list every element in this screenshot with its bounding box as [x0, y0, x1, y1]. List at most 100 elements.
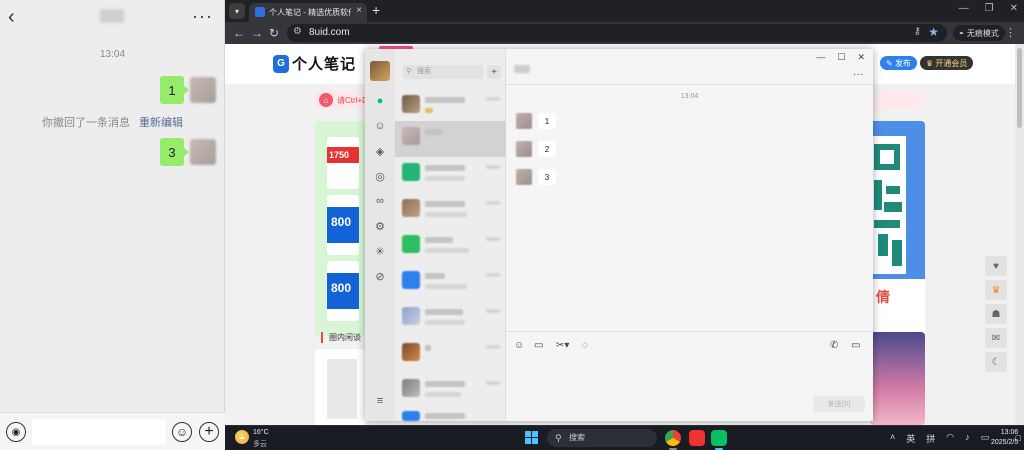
chevron-left-icon[interactable]: ‹	[8, 6, 15, 29]
list-item[interactable]	[395, 89, 506, 125]
ad-price: 1750	[327, 147, 359, 163]
tab-menu-icon[interactable]: ▾	[229, 3, 245, 19]
notification-icon[interactable]: ▢	[1015, 434, 1022, 442]
taskbar-search[interactable]: ⚲ 搜索	[547, 429, 657, 447]
page-scrollbar[interactable]	[1015, 44, 1024, 425]
message-input[interactable]	[32, 419, 166, 445]
chevron-up-icon[interactable]: ˄	[890, 432, 895, 445]
taskbar-search-label: 搜索	[569, 433, 585, 442]
logo-mark-icon: G	[273, 54, 289, 73]
wifi-icon[interactable]: ◠	[946, 432, 954, 445]
emoji-icon[interactable]: ☺	[514, 340, 524, 351]
weather-icon[interactable]: ☁	[235, 430, 249, 444]
ad-banner-right[interactable]: 倩	[870, 121, 925, 336]
close-icon[interactable]: ✕	[1010, 3, 1018, 14]
more-icon[interactable]: ···	[192, 6, 213, 27]
link-icon[interactable]: ⊘	[373, 269, 387, 283]
key-icon[interactable]: ⚷	[914, 26, 921, 37]
ime-lang[interactable]: 英	[906, 432, 915, 445]
more-icon[interactable]: ···	[853, 69, 863, 80]
conversation-list: ⚲ 搜索 +	[395, 49, 506, 421]
list-item[interactable]	[395, 301, 506, 337]
message-timestamp: 13:04	[680, 93, 699, 100]
avatar[interactable]	[190, 77, 216, 103]
publish-button[interactable]: ✎ 发布	[880, 56, 917, 70]
content-card-image[interactable]	[870, 332, 925, 425]
message-bubble[interactable]: 1	[538, 113, 556, 129]
forward-icon[interactable]: →	[251, 26, 263, 40]
avatar[interactable]	[516, 113, 532, 129]
message-bubble[interactable]: 1	[160, 76, 189, 104]
re-edit-link[interactable]: 重新编辑	[139, 117, 183, 129]
minimize-icon[interactable]: —	[959, 3, 969, 14]
heart-icon[interactable]: ♥	[985, 256, 1007, 276]
close-tab-icon[interactable]: ×	[356, 5, 362, 16]
url-text[interactable]: 8uid.com	[309, 27, 350, 38]
content-card[interactable]	[315, 349, 365, 425]
chrome-icon[interactable]	[665, 430, 681, 446]
my-avatar[interactable]	[370, 61, 390, 81]
chat-icon[interactable]: ●	[373, 94, 387, 108]
list-item[interactable]	[395, 265, 506, 301]
browser-tab[interactable]: 个人笔记 - 精选优质软件下载 ×	[249, 3, 367, 22]
emoji-icon[interactable]: ☺	[172, 422, 192, 442]
ime-mode[interactable]: 拼	[926, 432, 935, 445]
qq-icon[interactable]	[689, 430, 705, 446]
ad-banner-left[interactable]: 1750 800 800	[315, 121, 365, 336]
new-tab-icon[interactable]: +	[372, 2, 380, 18]
wechat-icon[interactable]	[711, 430, 727, 446]
menu-icon[interactable]: ≡	[373, 394, 387, 408]
restore-icon[interactable]: ❐	[985, 3, 994, 14]
mini-program-icon[interactable]: ✳	[373, 244, 387, 258]
star-icon[interactable]: ★	[928, 25, 939, 39]
list-item[interactable]	[395, 157, 506, 193]
search-input[interactable]: ⚲ 搜索	[403, 65, 483, 79]
list-item-active[interactable]	[395, 121, 506, 157]
voice-icon[interactable]: ◉	[6, 422, 26, 442]
settings-gear-icon[interactable]: ⚙	[373, 219, 387, 233]
close-icon[interactable]: ✕	[857, 52, 865, 63]
reload-icon[interactable]: ↻	[269, 26, 279, 40]
chat-bubble-icon[interactable]: ◌	[582, 340, 588, 351]
avatar[interactable]	[516, 169, 532, 185]
back-icon[interactable]: ←	[233, 26, 245, 40]
site-info-icon[interactable]: ⚙	[293, 26, 302, 37]
plus-icon[interactable]: +	[199, 422, 219, 442]
add-icon[interactable]: +	[487, 65, 501, 79]
message-compose-area[interactable]: ☺ ▭ ✂▾ ◌ ✆ ▭ 发送(S)	[506, 331, 873, 421]
browser-menu-icon[interactable]: ⋮	[1005, 26, 1016, 39]
message-bubble[interactable]: 3	[538, 169, 556, 185]
volume-icon[interactable]: ♪	[965, 432, 970, 445]
send-button[interactable]: 发送(S)	[813, 396, 865, 412]
minimize-icon[interactable]: —	[816, 52, 825, 63]
url-bar[interactable]: ⚙ 8uid.com ⚷ ★	[287, 24, 947, 42]
list-item[interactable]	[395, 373, 506, 409]
windows-start-icon[interactable]	[525, 431, 538, 444]
battery-icon[interactable]: ▭	[981, 432, 990, 445]
list-item[interactable]	[395, 405, 506, 421]
contacts-icon[interactable]: ☺	[373, 119, 387, 133]
crown-icon[interactable]: ♛	[985, 280, 1007, 300]
scissors-icon[interactable]: ✂▾	[556, 340, 569, 351]
folder-icon[interactable]: ▭	[534, 340, 543, 351]
wechat-icon[interactable]: ✉	[985, 328, 1007, 348]
list-item[interactable]	[395, 337, 506, 373]
qq-icon[interactable]: ☗	[985, 304, 1007, 324]
phone-icon[interactable]: ✆	[830, 340, 838, 351]
favorites-icon[interactable]: ◈	[373, 144, 387, 158]
channels-icon[interactable]: ∞	[373, 194, 387, 208]
list-item[interactable]	[395, 193, 506, 229]
vip-button[interactable]: ♛ 开通会员	[920, 56, 974, 70]
avatar[interactable]	[190, 139, 216, 165]
avatar[interactable]	[516, 141, 532, 157]
list-item[interactable]	[395, 229, 506, 265]
message-bubble[interactable]: 3	[160, 138, 189, 166]
site-logo[interactable]: G 个人笔记	[273, 53, 356, 74]
maximize-icon[interactable]: ☐	[837, 52, 845, 63]
incognito-badge[interactable]: ◓ 无痕模式	[953, 25, 1005, 41]
moon-icon[interactable]: ☾	[985, 352, 1007, 372]
video-icon[interactable]: ▭	[851, 340, 860, 351]
message-bubble[interactable]: 2	[538, 141, 556, 157]
moments-icon[interactable]: ◎	[373, 169, 387, 183]
scroll-thumb[interactable]	[1017, 48, 1022, 128]
